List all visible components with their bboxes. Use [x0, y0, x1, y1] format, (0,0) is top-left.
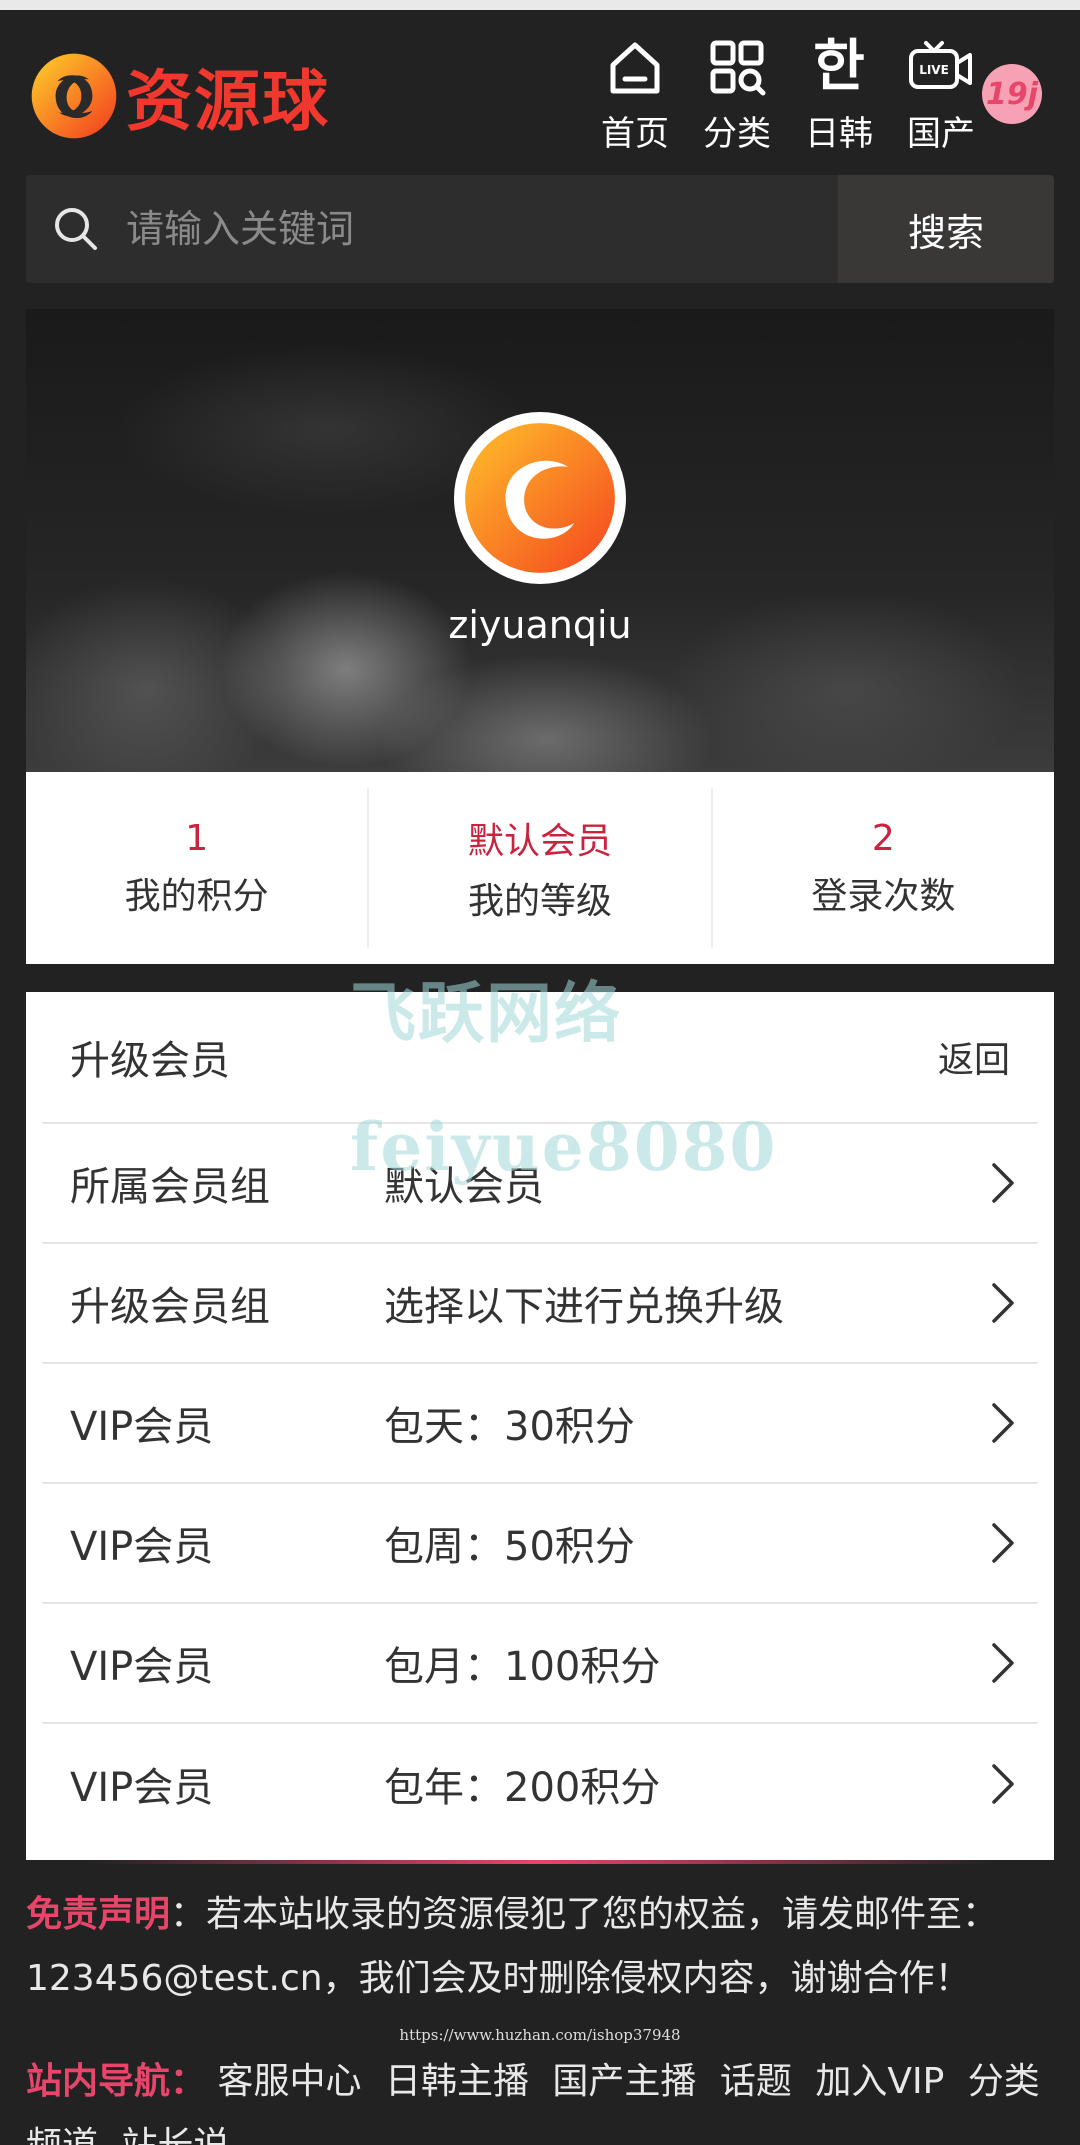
disclaimer: 免责声明：若本站收录的资源侵犯了您的权益，请发邮件至：123456@test.c… [26, 1883, 1056, 2011]
svg-text:LIVE: LIVE [919, 63, 949, 77]
row-label: VIP会员 [70, 1765, 214, 1811]
row-vip-week[interactable]: VIP会员 包周：50积分 [42, 1484, 1038, 1604]
top-nav: 首页 分类 한 日韩 LIVE 国产 [584, 34, 992, 155]
chevron-right-icon [968, 1521, 1038, 1565]
footer-link[interactable]: 话题 [720, 2061, 792, 2102]
nav-domestic-label: 国产 [907, 114, 975, 154]
stats-panel: 1 我的积分 默认会员 我的等级 2 登录次数 [26, 772, 1054, 964]
search-icon [26, 175, 126, 283]
username: ziyuanqiu [448, 603, 632, 647]
site-logo[interactable]: 资源球 [28, 46, 330, 146]
avatar-logo-icon [465, 423, 615, 573]
chevron-right-icon [968, 1281, 1038, 1325]
profile-banner: ziyuanqiu [26, 309, 1054, 772]
stat-value: 默认会员 [467, 821, 612, 862]
status-strip [0, 0, 1080, 10]
row-value: 包周：50积分 [384, 1524, 635, 1570]
footer-link[interactable]: 站长说 [121, 2125, 229, 2145]
row-value: 包年：200积分 [384, 1765, 661, 1811]
watermark-text: feiyue8080 [350, 1108, 778, 1186]
row-value: 包月：100积分 [384, 1644, 661, 1690]
row-vip-day[interactable]: VIP会员 包天：30积分 [42, 1364, 1038, 1484]
footer-link[interactable]: 国产主播 [552, 2061, 696, 2102]
nav-korean[interactable]: 한 日韩 [788, 34, 890, 155]
stat-label: 我的积分 [124, 875, 269, 917]
row-vip-month[interactable]: VIP会员 包月：100积分 [42, 1604, 1038, 1724]
disclaimer-text: ：若本站收录的资源侵犯了您的权益，请发邮件至：123456@test.cn，我们… [26, 1894, 999, 1999]
search-bar: 搜索 [26, 175, 1054, 283]
row-label: VIP会员 [70, 1644, 214, 1690]
home-icon [602, 34, 668, 100]
live-camera-icon: LIVE [908, 34, 974, 100]
row-label: VIP会员 [70, 1404, 214, 1450]
stat-level: 默认会员 我的等级 [369, 788, 713, 948]
stat-label: 我的等级 [467, 881, 612, 922]
footer-link[interactable]: 日韩主播 [385, 2061, 529, 2102]
stat-points: 1 我的积分 [26, 788, 370, 948]
footer-link[interactable]: 客服中心 [217, 2061, 361, 2102]
category-icon [704, 34, 770, 100]
row-label: 升级会员组 [70, 1284, 270, 1330]
logo-text: 资源球 [126, 63, 330, 140]
row-label: VIP会员 [70, 1524, 214, 1570]
chevron-right-icon [968, 1401, 1038, 1445]
nav-home[interactable]: 首页 [584, 34, 686, 155]
stat-logins: 2 登录次数 [713, 788, 1054, 948]
upgrade-title: 升级会员 [70, 1038, 230, 1084]
nav-domestic[interactable]: LIVE 国产 [890, 34, 992, 155]
row-upgrade-group[interactable]: 升级会员组 选择以下进行兑换升级 [42, 1244, 1038, 1364]
chevron-right-icon [968, 1762, 1038, 1806]
korean-han-icon: 한 [813, 34, 865, 99]
footer-nav: 站内导航： 客服中心 日韩主播 国产主播 话题 加入VIP 分类频道 站长说 [26, 2050, 1066, 2145]
url-watermark: https://www.huzhan.com/ishop37948 [399, 2026, 681, 2044]
footer-nav-label: 站内导航： [26, 2061, 207, 2102]
row-label: 所属会员组 [70, 1164, 270, 1210]
stat-value: 1 [185, 817, 209, 859]
footer-link[interactable]: 加入VIP [815, 2061, 944, 2102]
chevron-right-icon [968, 1641, 1038, 1685]
watermark-text: 飞跃网络 [350, 975, 622, 1052]
search-input[interactable] [126, 175, 838, 283]
nav-home-label: 首页 [601, 114, 669, 154]
disclaimer-label: 免责声明 [26, 1894, 171, 1935]
divider [90, 1860, 990, 1864]
stat-label: 登录次数 [811, 875, 956, 917]
stat-value: 2 [871, 817, 895, 859]
badge-19j[interactable]: 19j [982, 64, 1042, 124]
row-vip-year[interactable]: VIP会员 包年：200积分 [42, 1724, 1038, 1844]
search-button[interactable]: 搜索 [838, 175, 1054, 283]
logo-icon [31, 53, 117, 139]
site-header: 资源球 首页 分类 한 日韩 LIVE 国产 19j [0, 10, 1080, 160]
nav-category-label: 分类 [703, 114, 771, 154]
nav-category[interactable]: 分类 [686, 34, 788, 155]
row-value: 包天：30积分 [384, 1404, 635, 1450]
chevron-right-icon [968, 1161, 1038, 1205]
nav-korean-label: 日韩 [805, 114, 873, 154]
avatar[interactable] [454, 412, 626, 584]
back-link[interactable]: 返回 [938, 1031, 1010, 1083]
row-value: 选择以下进行兑换升级 [384, 1284, 784, 1330]
